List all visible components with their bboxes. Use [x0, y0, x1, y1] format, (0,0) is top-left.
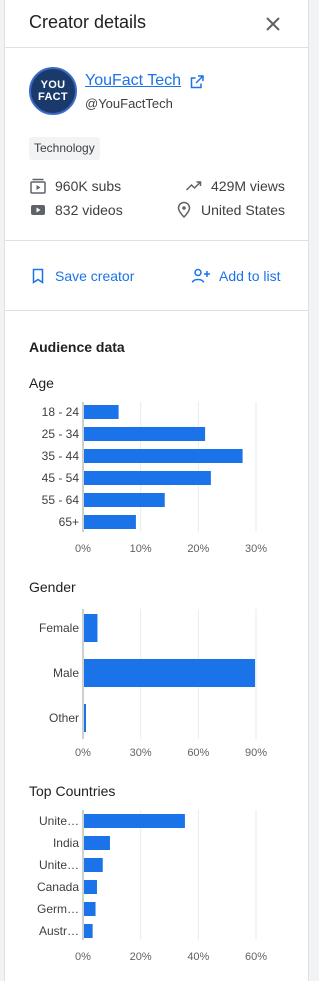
add-person-icon	[191, 268, 210, 283]
bar	[84, 493, 165, 507]
videos-stat: 832 videos	[29, 201, 123, 219]
countries-chart: 0% 20% 40% 60% Unite… India Unite… Canada Germ… A…	[37, 810, 267, 963]
category-label: 55 - 64	[42, 493, 80, 507]
countries-chart-title: Top Countries	[29, 783, 116, 799]
category-label: Other	[49, 711, 79, 725]
category-label: 18 - 24	[42, 405, 80, 419]
save-creator-button[interactable]: Save creator	[29, 267, 134, 285]
category-label: India	[53, 836, 79, 850]
category-label: 25 - 34	[42, 427, 80, 441]
trending-up-icon	[185, 181, 202, 191]
x-tick-label: 60%	[187, 747, 209, 759]
bar	[84, 814, 185, 828]
location-stat: United States	[175, 201, 285, 219]
close-button[interactable]	[261, 12, 285, 36]
x-tick-label: 30%	[245, 543, 267, 555]
bar	[84, 924, 93, 938]
category-label: Canada	[37, 880, 79, 894]
x-tick-label: 90%	[245, 747, 267, 759]
bar	[84, 614, 98, 642]
x-tick-label: 20%	[187, 543, 209, 555]
category-label: Austr…	[39, 924, 79, 938]
page-right-edge	[308, 0, 319, 981]
bar	[84, 704, 86, 732]
creator-profile: YOU FACT YouFact Tech @YouFactTech Techn…	[5, 48, 308, 241]
x-tick-label: 30%	[130, 747, 152, 759]
location-value: United States	[201, 202, 286, 218]
category-label: Female	[39, 621, 79, 635]
avatar-text-line1: YOU	[40, 79, 66, 91]
save-creator-label: Save creator	[55, 268, 135, 284]
creator-handle: @YouFactTech	[85, 96, 173, 111]
x-tick-label: 60%	[245, 951, 267, 963]
subscribers-count: 960K subs	[55, 178, 122, 194]
creator-actions: Save creator Add to list	[5, 241, 308, 311]
views-count: 429M views	[211, 178, 285, 194]
external-link-icon[interactable]	[190, 75, 204, 89]
category-label: Unite…	[39, 814, 79, 828]
category-label: Germ…	[37, 902, 79, 916]
gender-chart-title: Gender	[29, 579, 76, 595]
x-tick-label: 40%	[187, 951, 209, 963]
subscriptions-icon	[30, 178, 46, 194]
x-tick-label: 20%	[130, 951, 152, 963]
category-chip: Technology	[29, 137, 100, 160]
age-chart-title: Age	[29, 375, 54, 391]
x-tick-label: 10%	[130, 543, 152, 555]
category-label: Male	[53, 666, 79, 680]
age-chart: 0% 10% 20% 30% 18 - 24 25 - 34 35 - 44 45 - 54 5…	[42, 402, 267, 555]
x-tick-label: 0%	[75, 543, 91, 555]
creator-details-panel: Creator details YOU FACT YouFact Tech @Y…	[5, 0, 308, 981]
bookmark-icon	[32, 268, 44, 284]
bar	[84, 427, 206, 441]
panel-header: Creator details	[5, 0, 308, 48]
category-label: Unite…	[39, 858, 79, 872]
close-icon	[266, 17, 280, 31]
add-to-list-button[interactable]: Add to list	[191, 267, 280, 285]
category-label: 45 - 54	[42, 471, 80, 485]
bar	[84, 471, 211, 485]
category-label: 35 - 44	[42, 449, 80, 463]
gender-chart: 0% 30% 60% 90% Female Male Other	[39, 609, 267, 759]
creator-name-link[interactable]: YouFact Tech	[85, 72, 181, 90]
location-pin-icon	[177, 201, 191, 219]
bar	[84, 858, 103, 872]
bar	[84, 449, 243, 463]
video-icon	[31, 205, 45, 215]
panel-title: Creator details	[29, 12, 147, 32]
views-stat: 429M views	[185, 177, 285, 195]
category-label: 65+	[59, 515, 79, 529]
bar	[84, 515, 136, 529]
videos-count: 832 videos	[55, 202, 123, 218]
subscribers-stat: 960K subs	[29, 177, 121, 195]
bar	[84, 405, 119, 419]
avatar-text-line2: FACT	[38, 91, 68, 103]
x-tick-label: 0%	[75, 951, 91, 963]
x-tick-label: 0%	[75, 747, 91, 759]
avatar: YOU FACT	[29, 67, 77, 115]
bar	[84, 880, 97, 894]
bar	[84, 902, 96, 916]
bar	[84, 836, 110, 850]
add-to-list-label: Add to list	[219, 268, 281, 284]
bar	[84, 659, 256, 687]
audience-data-heading: Audience data	[29, 339, 125, 355]
